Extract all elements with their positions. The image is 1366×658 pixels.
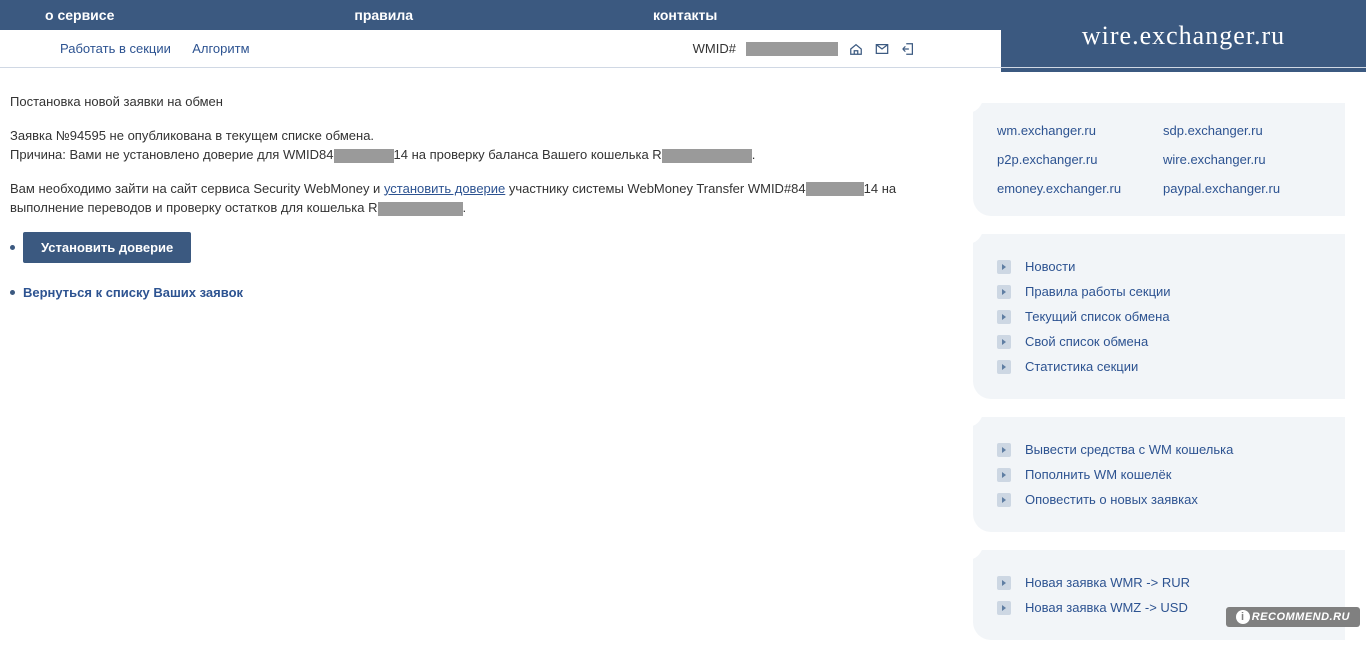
sidebar: wm.exchanger.ru sdp.exchanger.ru p2p.exc… [955,68,1345,658]
instr-post: . [463,200,467,215]
i-icon: i [1236,610,1250,624]
arrow-right-icon [997,360,1011,374]
reason-mid: 14 на проверку баланса Вашего кошелька R [394,147,662,162]
redacted-purse-2 [378,202,463,216]
error-message: Заявка №94595 не опубликована в текущем … [10,126,945,165]
irecommend-watermark: iRECOMMEND.RU [1226,607,1360,627]
arrow-right-icon [997,576,1011,590]
bullet-icon [10,290,15,295]
wmid-redacted [746,42,838,56]
menu-own-list[interactable]: Свой список обмена [1025,334,1148,349]
menu-rules[interactable]: Правила работы секции [1025,284,1171,299]
mail-icon[interactable] [874,41,890,57]
watermark-text: RECOMMEND.RU [1252,611,1350,623]
arrow-right-icon [997,260,1011,274]
menu-withdraw[interactable]: Вывести средства c WM кошелька [1025,442,1233,457]
svc-paypal[interactable]: paypal.exchanger.ru [1163,181,1321,196]
svc-wire[interactable]: wire.exchanger.ru [1163,152,1321,167]
arrow-right-icon [997,335,1011,349]
back-to-list-link[interactable]: Вернуться к списку Ваших заявок [23,285,243,300]
sub-nav-bar: Работать в секции Алгоритм WMID# [0,30,1366,68]
svc-wm[interactable]: wm.exchanger.ru [997,123,1155,138]
arrow-right-icon [997,601,1011,615]
redacted-wmid [334,149,394,163]
menu-deposit[interactable]: Пополнить WM кошелёк [1025,467,1171,482]
wmid-label: WMID# [693,41,736,56]
subnav-work-in-section[interactable]: Работать в секции [60,41,171,56]
instruction-message: Вам необходимо зайти на сайт сервиса Sec… [10,179,945,218]
arrow-right-icon [997,310,1011,324]
home-icon[interactable] [848,41,864,57]
bullet-icon [10,245,15,250]
menu-notify[interactable]: Оповестить о новых заявках [1025,492,1198,507]
redacted-purse [662,149,752,163]
services-panel: wm.exchanger.ru sdp.exchanger.ru p2p.exc… [973,103,1345,216]
svc-emoney[interactable]: emoney.exchanger.ru [997,181,1155,196]
page-title: Постановка новой заявки на обмен [10,92,945,112]
menu-stats[interactable]: Статистика секции [1025,359,1138,374]
reason-post: . [752,147,756,162]
set-trust-button[interactable]: Установить доверие [23,232,191,263]
arrow-right-icon [997,285,1011,299]
redacted-wmid-2 [806,182,864,196]
main-content: Постановка новой заявки на обмен Заявка … [0,68,955,658]
reason-pre: Причина: Вами не установлено доверие для… [10,147,334,162]
svc-sdp[interactable]: sdp.exchanger.ru [1163,123,1321,138]
instr-mid: участнику системы WebMoney Transfer WMID… [505,181,805,196]
arrow-right-icon [997,443,1011,457]
wallet-menu-panel: Вывести средства c WM кошелька Пополнить… [973,417,1345,532]
menu-current-list[interactable]: Текущий список обмена [1025,309,1170,324]
svc-p2p[interactable]: p2p.exchanger.ru [997,152,1155,167]
menu-new-wmz[interactable]: Новая заявка WMZ -> USD [1025,600,1188,615]
subnav-algorithm[interactable]: Алгоритм [192,41,249,56]
arrow-right-icon [997,468,1011,482]
arrow-right-icon [997,493,1011,507]
nav-rules[interactable]: правила [354,7,413,23]
menu-news[interactable]: Новости [1025,259,1075,274]
set-trust-link[interactable]: установить доверие [384,181,505,196]
nav-contacts[interactable]: контакты [653,7,717,23]
info-menu-panel: Новости Правила работы секции Текущий сп… [973,234,1345,399]
menu-new-wmr[interactable]: Новая заявка WMR -> RUR [1025,575,1190,590]
nav-about[interactable]: о сервисе [45,7,114,23]
instr-pre: Вам необходимо зайти на сайт сервиса Sec… [10,181,384,196]
logout-icon[interactable] [900,41,916,57]
error-line-1: Заявка №94595 не опубликована в текущем … [10,128,374,143]
